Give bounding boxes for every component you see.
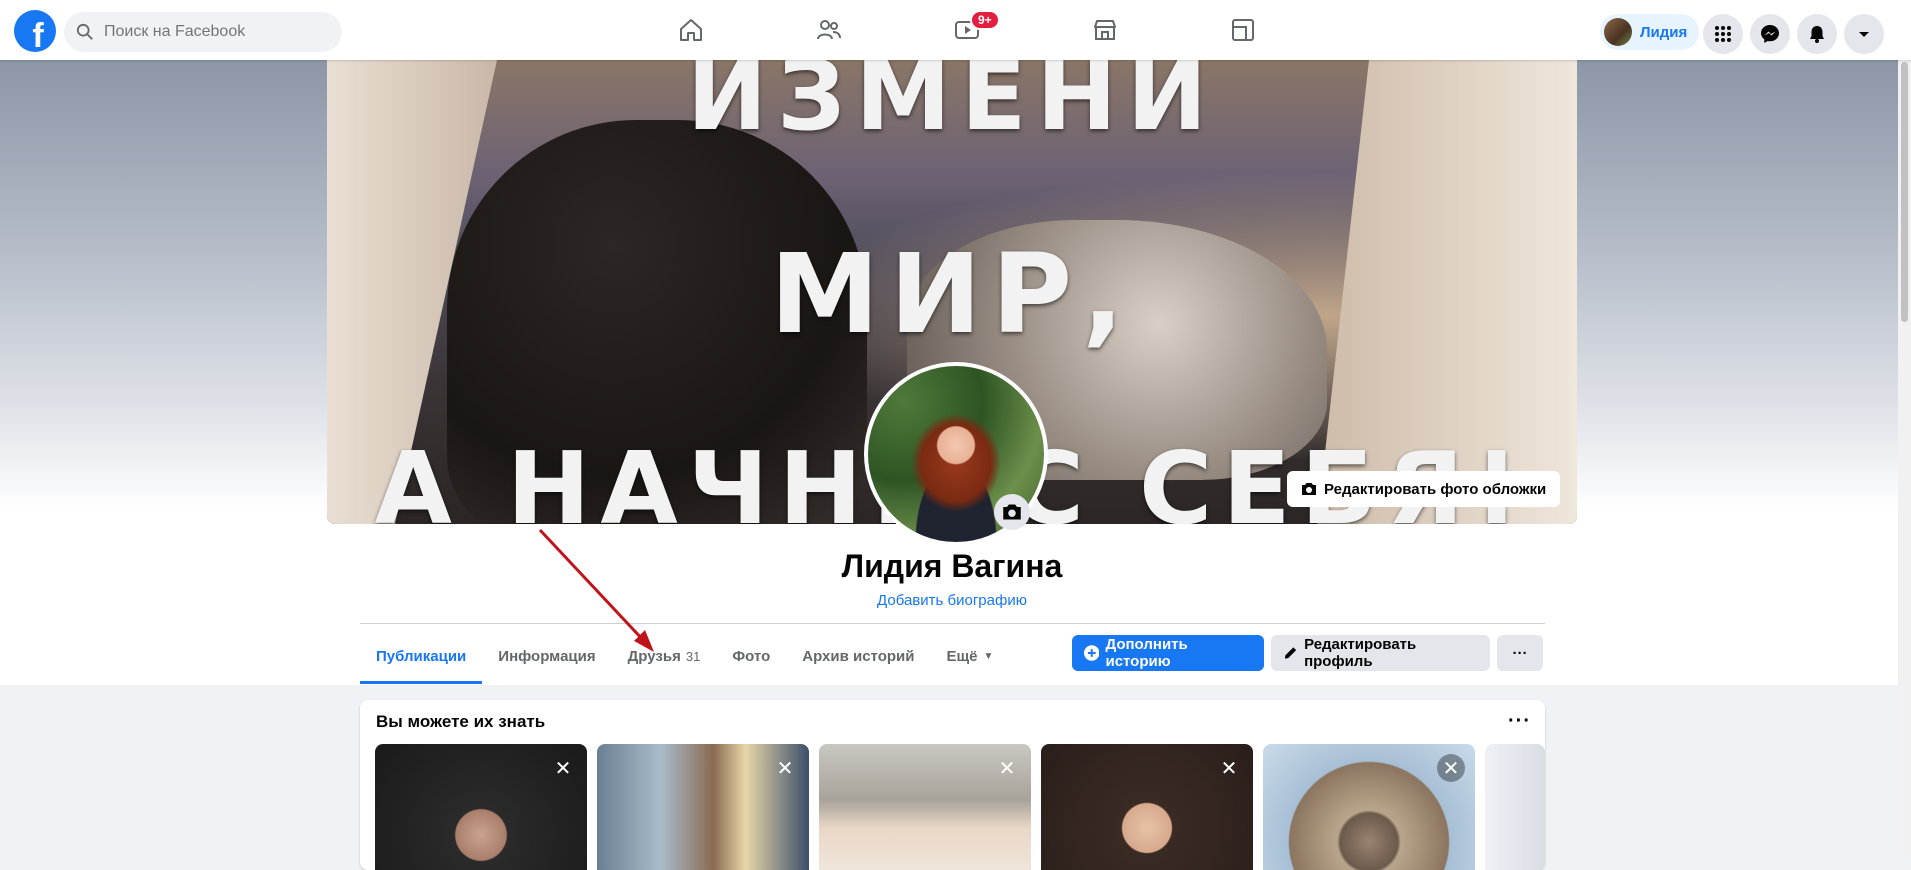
account-caret-icon	[1859, 32, 1869, 37]
profile-more-button[interactable]: ···	[1497, 635, 1543, 671]
suggestion-card[interactable]: ✕	[597, 744, 809, 870]
profile-shortcut[interactable]: Лидия	[1600, 14, 1700, 50]
profile-tabs: Публикации Информация Друзья 31 Фото Архи…	[360, 628, 1009, 684]
notifications-button[interactable]	[1797, 14, 1837, 54]
add-to-story-button[interactable]: Дополнить историю	[1072, 635, 1264, 671]
suggestion-cards: ✕ ✕ ✕ ✕ ✕	[375, 744, 1545, 870]
messenger-icon	[1761, 25, 1779, 43]
friends-count: 31	[685, 648, 701, 664]
chevron-down-icon: ▼	[983, 650, 994, 662]
tab-story-archive[interactable]: Архив историй	[786, 628, 930, 684]
messenger-button[interactable]	[1750, 14, 1790, 54]
close-icon[interactable]: ✕	[1437, 754, 1465, 782]
tab-more[interactable]: Ещё ▼	[930, 628, 1009, 684]
tab-photos-label: Фото	[732, 647, 771, 665]
notifications-icon	[1810, 26, 1824, 43]
facebook-logo-icon[interactable]: f	[14, 10, 56, 52]
menu-grid-icon	[1715, 26, 1731, 42]
page-scrollbar[interactable]	[1898, 0, 1911, 855]
friends-icon	[817, 20, 841, 40]
profile-shortcut-name: Лидия	[1640, 23, 1688, 41]
scrollbar-thumb[interactable]	[1901, 62, 1908, 322]
nav-watch[interactable]: 9+	[898, 0, 1036, 60]
close-icon[interactable]: ✕	[993, 754, 1021, 782]
close-icon[interactable]: ✕	[549, 754, 577, 782]
cover-text-line-2: МИР,	[770, 230, 1134, 358]
divider	[360, 623, 1545, 624]
search-input[interactable]	[102, 22, 336, 42]
gaming-icon	[1232, 19, 1254, 41]
suggestion-card[interactable]: ✕	[1041, 744, 1253, 870]
cover-text-line-1: ИЗМЕНИ	[686, 60, 1218, 152]
suggestion-card[interactable]: ✕	[1263, 744, 1475, 870]
nav-friends[interactable]	[760, 0, 898, 60]
camera-icon	[1003, 504, 1021, 520]
profile-name: Лидия Вагина	[841, 548, 1063, 584]
tab-posts[interactable]: Публикации	[360, 628, 483, 684]
update-profile-picture-button[interactable]	[994, 494, 1030, 530]
add-bio-link[interactable]: Добавить биографию	[327, 592, 1577, 609]
edit-cover-photo-label: Редактировать фото обложки	[1324, 480, 1547, 498]
camera-icon	[1302, 483, 1316, 495]
account-menu-button[interactable]	[1844, 14, 1884, 54]
nav-home[interactable]	[622, 0, 760, 60]
home-icon	[680, 19, 702, 41]
close-icon[interactable]: ✕	[771, 754, 799, 782]
add-to-story-label: Дополнить историю	[1105, 636, 1188, 670]
tab-friends-label: Друзья	[627, 647, 681, 665]
close-icon[interactable]: ✕	[1215, 754, 1243, 782]
tab-about-label: Информация	[498, 647, 596, 665]
suggestion-card[interactable]: ✕	[375, 744, 587, 870]
main-nav: 9+	[622, 0, 1312, 60]
tab-photos[interactable]: Фото	[716, 628, 786, 684]
plus-circle-icon	[1084, 645, 1100, 661]
people-you-may-know: Вы можете их знать ··· ✕ ✕ ✕ ✕ ✕	[360, 700, 1545, 870]
more-horizontal-icon: ···	[1512, 644, 1528, 662]
pencil-icon	[1284, 647, 1297, 659]
nav-gaming[interactable]	[1174, 0, 1312, 60]
suggestion-card-partial[interactable]	[1485, 744, 1545, 870]
edit-cover-photo-button[interactable]: Редактировать фото обложки	[1287, 471, 1561, 507]
search-box[interactable]	[64, 12, 342, 52]
avatar	[1604, 18, 1632, 46]
store-icon	[1094, 20, 1116, 40]
edit-profile-button[interactable]: Редактировать профиль	[1271, 635, 1490, 671]
nav-marketplace[interactable]	[1036, 0, 1174, 60]
tab-posts-label: Публикации	[376, 647, 467, 665]
top-navigation-bar: f 9+ Лидия	[0, 0, 1911, 60]
tab-more-label: Ещё	[946, 647, 978, 665]
suggestions-title: Вы можете их знать	[376, 712, 546, 731]
tab-about[interactable]: Информация	[482, 628, 611, 684]
watch-notification-badge: 9+	[970, 10, 1000, 30]
suggestion-card[interactable]: ✕	[819, 744, 1031, 870]
suggestions-more-button[interactable]: ···	[1508, 710, 1531, 733]
search-icon	[76, 23, 93, 40]
tab-story-archive-label: Архив историй	[802, 647, 915, 665]
menu-button[interactable]	[1703, 14, 1743, 54]
edit-profile-label: Редактировать профиль	[1304, 636, 1417, 670]
tab-friends[interactable]: Друзья 31	[612, 628, 717, 684]
